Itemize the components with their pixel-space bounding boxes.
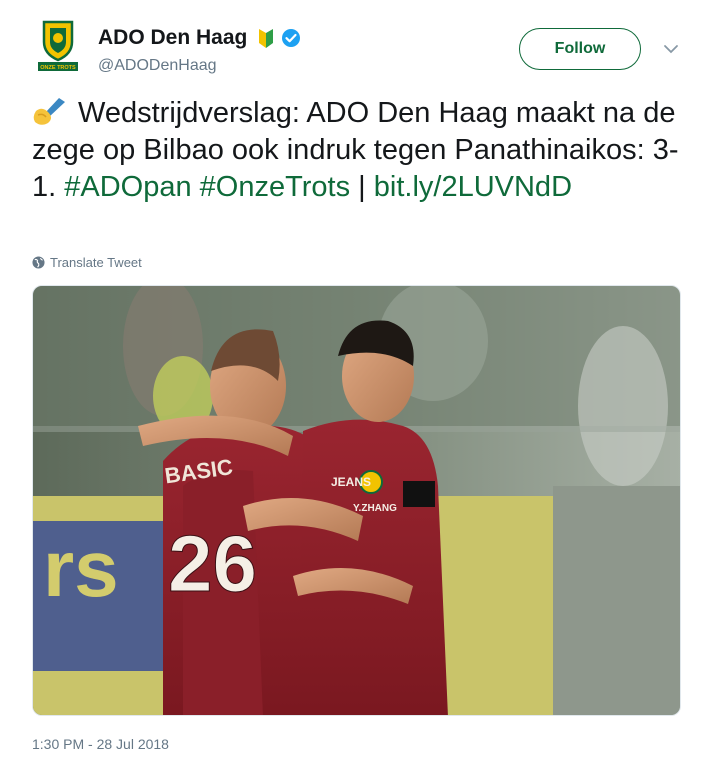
photo-scene: rs BASIC 26 Y.ZHANG JEANS [33,286,680,715]
timestamp[interactable]: 1:30 PM - 28 Jul 2018 [32,736,169,752]
tweet-link[interactable]: bit.ly/2LUVNdD [374,171,572,203]
beginner-badge-icon [259,29,274,48]
tweet-text: Wedstrijdverslag: ADO Den Haag maakt na … [32,95,682,206]
display-name[interactable]: ADO Den Haag [98,26,247,50]
avatar[interactable]: ONZE TROTS [36,20,80,74]
translate-tweet[interactable]: Translate Tweet [32,255,142,270]
player-right-name: Y.ZHANG [353,503,397,514]
handle[interactable]: @ADODenHaag [98,57,217,75]
writing-hand-icon [33,98,65,125]
hashtag-onzetrots[interactable]: #OnzeTrots [200,171,350,203]
svg-text:rs: rs [43,524,119,613]
player-left-number: 26 [168,519,257,608]
avatar-label: ONZE TROTS [40,65,76,71]
verified-icon [282,29,301,47]
tweet-photo[interactable]: rs BASIC 26 Y.ZHANG JEANS [32,285,681,716]
chevron-down-icon[interactable] [662,40,680,58]
translate-label: Translate Tweet [50,255,142,270]
name-row: ADO Den Haag [98,26,301,50]
shirt-sponsor: JEANS [331,475,371,489]
globe-icon [32,256,45,269]
follow-button[interactable]: Follow [519,28,641,70]
hashtag-adopan[interactable]: #ADOpan [64,171,191,203]
tweet-header: ONZE TROTS ADO Den Haag @ADODenHaag Foll… [0,0,710,90]
separator: | [350,171,374,203]
